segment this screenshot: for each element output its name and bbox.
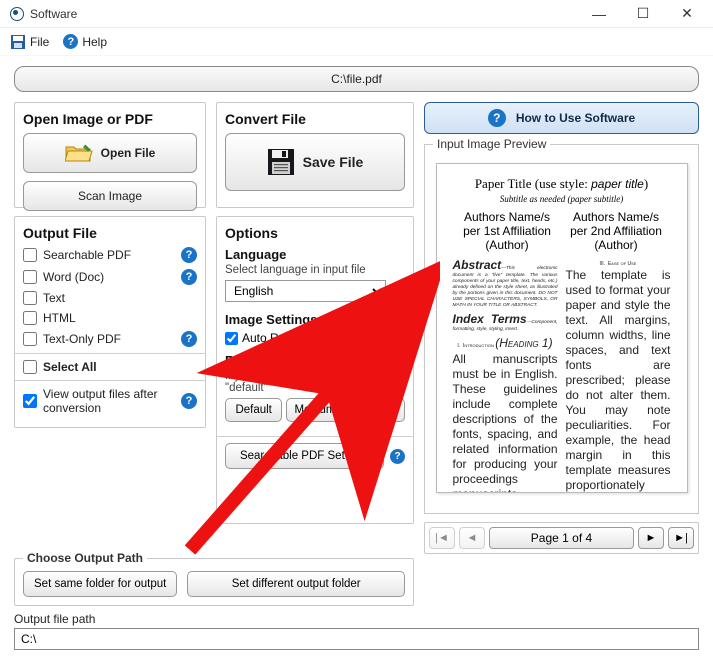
noise-default-button[interactable]: Default (225, 398, 282, 422)
file-path-bar[interactable]: C:\file.pdf (14, 66, 699, 92)
open-group: Open Image or PDF Open File Scan Image (14, 102, 206, 208)
floppy-icon (267, 148, 295, 176)
help-icon: ? (488, 109, 506, 127)
open-group-title: Open Image or PDF (23, 111, 197, 127)
help-icon[interactable]: ? (181, 393, 197, 409)
diff-folder-button[interactable]: Set different output folder (187, 571, 405, 597)
language-select[interactable]: English (225, 280, 386, 302)
format-html[interactable]: HTML (23, 311, 197, 325)
preview-title: Input Image Preview (433, 137, 550, 151)
help-icon[interactable]: ? (390, 449, 405, 464)
checkbox[interactable] (23, 332, 37, 346)
noise-title: Remove Noise in Image (225, 353, 405, 368)
help-icon[interactable]: ? (390, 284, 405, 299)
page-nav: |◄ ◄ Page 1 of 4 ► ►| (424, 522, 699, 554)
close-button[interactable]: ✕ (665, 1, 709, 27)
how-to-label: How to Use Software (516, 111, 635, 125)
select-all-row[interactable]: Select All (23, 360, 197, 374)
nav-prev-button[interactable]: ◄ (459, 527, 485, 549)
save-file-button[interactable]: Save File (225, 133, 405, 191)
preview-box: Input Image Preview Paper Title (use sty… (424, 144, 699, 514)
checkbox[interactable] (23, 291, 37, 305)
page-indicator: Page 1 of 4 (489, 527, 634, 549)
format-label: Searchable PDF (43, 248, 175, 262)
searchable-pdf-settings-button[interactable]: Searchable PDF Settings (225, 443, 384, 469)
nav-next-button[interactable]: ► (638, 527, 664, 549)
choose-path-title: Choose Output Path (23, 551, 147, 565)
format-label: HTML (43, 311, 197, 325)
doc-subtitle: Subtitle as needed (paper subtitle) (453, 194, 671, 204)
output-path-input[interactable] (14, 628, 699, 650)
checkbox[interactable] (23, 394, 37, 408)
doc-authors: Authors Name/s per 1st Affiliation (Auth… (453, 210, 671, 252)
format-label: Text-Only PDF (43, 332, 175, 346)
format-word[interactable]: Word (Doc) ? (23, 269, 197, 285)
how-to-button[interactable]: ? How to Use Software (424, 102, 699, 134)
output-file-group: Output File Searchable PDF ? Word (Doc) … (14, 216, 206, 428)
noise-hint: If you are not sure, keep it as "default… (225, 370, 405, 394)
format-label: Text (43, 291, 197, 305)
doc-body: Abstract—This electronic document is a "… (453, 258, 671, 493)
window-title: Software (30, 7, 77, 21)
language-title: Language (225, 247, 405, 262)
select-all-label: Select All (43, 360, 197, 374)
checkbox[interactable] (225, 332, 238, 345)
menu-bar: File ? Help (0, 28, 713, 56)
title-bar: Software — ☐ ✕ (0, 0, 713, 28)
output-file-title: Output File (23, 225, 197, 241)
format-text[interactable]: Text (23, 291, 197, 305)
preview-page: Paper Title (use style: paper title) Sub… (436, 163, 688, 493)
convert-title: Convert File (225, 111, 405, 127)
noise-medium-button[interactable]: Medium (286, 398, 343, 422)
format-text-only-pdf[interactable]: Text-Only PDF ? (23, 331, 197, 347)
auto-rotate-check[interactable]: Auto Rotate (225, 331, 305, 345)
menu-help-label: Help (82, 35, 107, 49)
maximize-button[interactable]: ☐ (621, 1, 665, 27)
image-settings-title: Image Settings (225, 312, 405, 327)
deskew-check[interactable]: Deskew (321, 331, 381, 345)
scan-image-button[interactable]: Scan Image (23, 181, 197, 211)
view-after-row[interactable]: View output files after conversion ? (23, 387, 197, 415)
noise-high-button[interactable]: High (348, 398, 405, 422)
save-icon (10, 34, 26, 50)
folder-open-icon (65, 143, 93, 163)
help-icon[interactable]: ? (181, 331, 197, 347)
output-path-section: Output file path (14, 612, 699, 650)
nav-first-button[interactable]: |◄ (429, 527, 455, 549)
minimize-button[interactable]: — (577, 1, 621, 27)
format-searchable-pdf[interactable]: Searchable PDF ? (23, 247, 197, 263)
format-label: Word (Doc) (43, 270, 175, 284)
help-icon[interactable]: ? (181, 247, 197, 263)
menu-file-label: File (30, 35, 49, 49)
view-after-label: View output files after conversion (43, 387, 175, 415)
menu-help[interactable]: ? Help (63, 34, 107, 49)
scan-image-label: Scan Image (78, 189, 142, 203)
output-path-label: Output file path (14, 612, 699, 626)
checkbox[interactable] (23, 311, 37, 325)
app-icon (10, 7, 24, 21)
choose-output-path-group: Choose Output Path Set same folder for o… (14, 558, 414, 606)
options-title: Options (225, 225, 405, 241)
nav-last-button[interactable]: ►| (668, 527, 694, 549)
convert-group: Convert File Save File (216, 102, 414, 208)
file-path-text: C:\file.pdf (331, 72, 382, 86)
checkbox[interactable] (23, 248, 37, 262)
menu-file[interactable]: File (10, 34, 49, 50)
help-icon: ? (63, 34, 78, 49)
help-icon[interactable]: ? (181, 269, 197, 285)
same-folder-button[interactable]: Set same folder for output (23, 571, 177, 597)
open-file-label: Open File (101, 146, 156, 160)
open-file-button[interactable]: Open File (23, 133, 197, 173)
checkbox[interactable] (23, 360, 37, 374)
checkbox[interactable] (23, 270, 37, 284)
doc-title: Paper Title (use style: paper title) (453, 176, 671, 192)
checkbox[interactable] (321, 332, 334, 345)
language-hint: Select language in input file (225, 264, 405, 276)
save-file-label: Save File (303, 154, 364, 170)
options-group: Options Language Select language in inpu… (216, 216, 414, 524)
